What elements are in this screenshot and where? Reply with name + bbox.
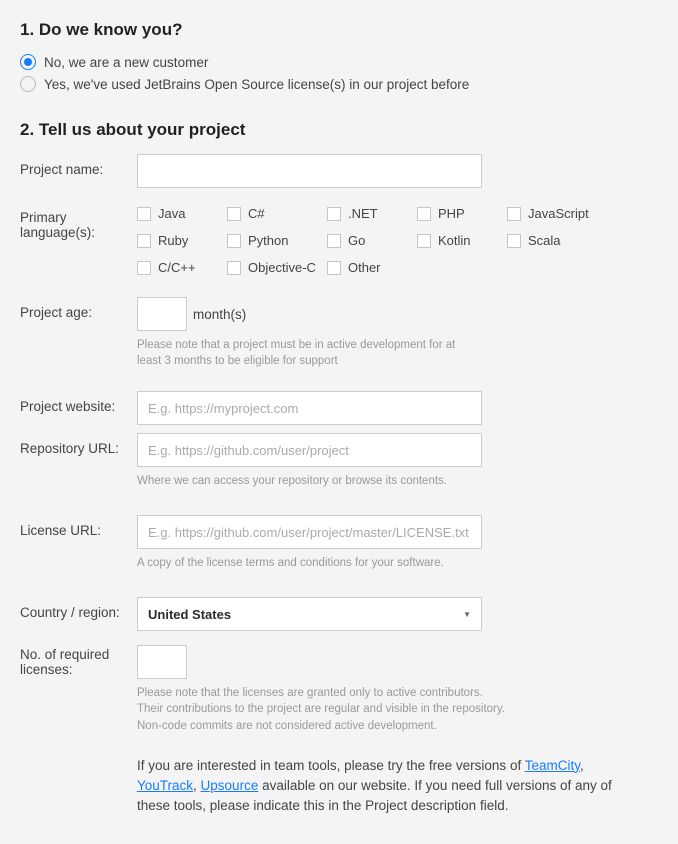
input-project-age[interactable] [137, 297, 187, 331]
checkbox-ruby[interactable]: Ruby [137, 233, 227, 248]
checkbox-python[interactable]: Python [227, 233, 327, 248]
row-tools-note: If you are interested in team tools, ple… [20, 756, 658, 817]
row-country: Country / region: United States ▼ [20, 597, 658, 631]
checkbox-icon [417, 234, 431, 248]
row-languages: Primary language(s): Java C# .NET PHP Ja… [20, 202, 658, 275]
radio-existing-label: Yes, we've used JetBrains Open Source li… [44, 77, 469, 92]
checkbox-java[interactable]: Java [137, 206, 227, 221]
row-license-url: License URL: A copy of the license terms… [20, 515, 658, 571]
link-youtrack[interactable]: YouTrack [137, 778, 193, 793]
label-repo-url: Repository URL: [20, 433, 137, 456]
section-project: 2. Tell us about your project Project na… [20, 120, 658, 816]
checkbox-objc[interactable]: Objective-C [227, 260, 327, 275]
row-project-age: Project age: month(s) Please note that a… [20, 297, 658, 369]
months-suffix: month(s) [193, 307, 246, 322]
row-licenses: No. of required licenses: Please note th… [20, 645, 658, 733]
checkbox-icon [327, 234, 341, 248]
section2-heading: 2. Tell us about your project [20, 120, 658, 140]
checkbox-csharp[interactable]: C# [227, 206, 327, 221]
checkbox-dotnet[interactable]: .NET [327, 206, 417, 221]
link-upsource[interactable]: Upsource [201, 778, 259, 793]
checkbox-icon [137, 261, 151, 275]
checkbox-go[interactable]: Go [327, 233, 417, 248]
label-project-name: Project name: [20, 154, 137, 177]
radio-icon [20, 54, 36, 70]
checkbox-php[interactable]: PHP [417, 206, 507, 221]
note-license: A copy of the license terms and conditio… [137, 555, 482, 571]
radio-new-label: No, we are a new customer [44, 55, 208, 70]
row-repo-url: Repository URL: Where we can access your… [20, 433, 658, 489]
section1-heading: 1. Do we know you? [20, 20, 658, 40]
checkbox-ccpp[interactable]: C/C++ [137, 260, 227, 275]
label-languages: Primary language(s): [20, 202, 137, 240]
checkbox-icon [227, 207, 241, 221]
radio-existing-customer[interactable]: Yes, we've used JetBrains Open Source li… [20, 76, 658, 92]
checkbox-icon [327, 207, 341, 221]
link-teamcity[interactable]: TeamCity [525, 758, 580, 773]
label-project-age: Project age: [20, 297, 137, 320]
row-project-website: Project website: [20, 391, 658, 425]
checkbox-kotlin[interactable]: Kotlin [417, 233, 507, 248]
checkbox-icon [137, 207, 151, 221]
checkbox-icon [227, 234, 241, 248]
select-country[interactable]: United States ▼ [137, 597, 482, 631]
label-licenses: No. of required licenses: [20, 645, 137, 677]
tools-text: If you are interested in team tools, ple… [137, 756, 637, 817]
chevron-down-icon: ▼ [463, 610, 471, 619]
note-project-age: Please note that a project must be in ac… [137, 337, 482, 369]
checkbox-javascript[interactable]: JavaScript [507, 206, 607, 221]
select-country-value: United States [148, 607, 231, 622]
checkbox-icon [507, 207, 521, 221]
input-project-website[interactable] [137, 391, 482, 425]
checkbox-icon [507, 234, 521, 248]
checkbox-icon [417, 207, 431, 221]
input-project-name[interactable] [137, 154, 482, 188]
checkbox-icon [137, 234, 151, 248]
radio-new-customer[interactable]: No, we are a new customer [20, 54, 658, 70]
note-licenses: Please note that the licenses are grante… [137, 685, 537, 733]
language-grid: Java C# .NET PHP JavaScript Ruby Python … [137, 202, 658, 275]
label-country: Country / region: [20, 597, 137, 620]
input-license-url[interactable] [137, 515, 482, 549]
checkbox-icon [327, 261, 341, 275]
checkbox-scala[interactable]: Scala [507, 233, 607, 248]
checkbox-other[interactable]: Other [327, 260, 417, 275]
radio-icon [20, 76, 36, 92]
section-know-you: 1. Do we know you? No, we are a new cust… [20, 20, 658, 92]
label-license-url: License URL: [20, 515, 137, 538]
row-project-name: Project name: [20, 154, 658, 188]
note-repo: Where we can access your repository or b… [137, 473, 482, 489]
input-licenses[interactable] [137, 645, 187, 679]
checkbox-icon [227, 261, 241, 275]
input-repo-url[interactable] [137, 433, 482, 467]
label-project-website: Project website: [20, 391, 137, 414]
